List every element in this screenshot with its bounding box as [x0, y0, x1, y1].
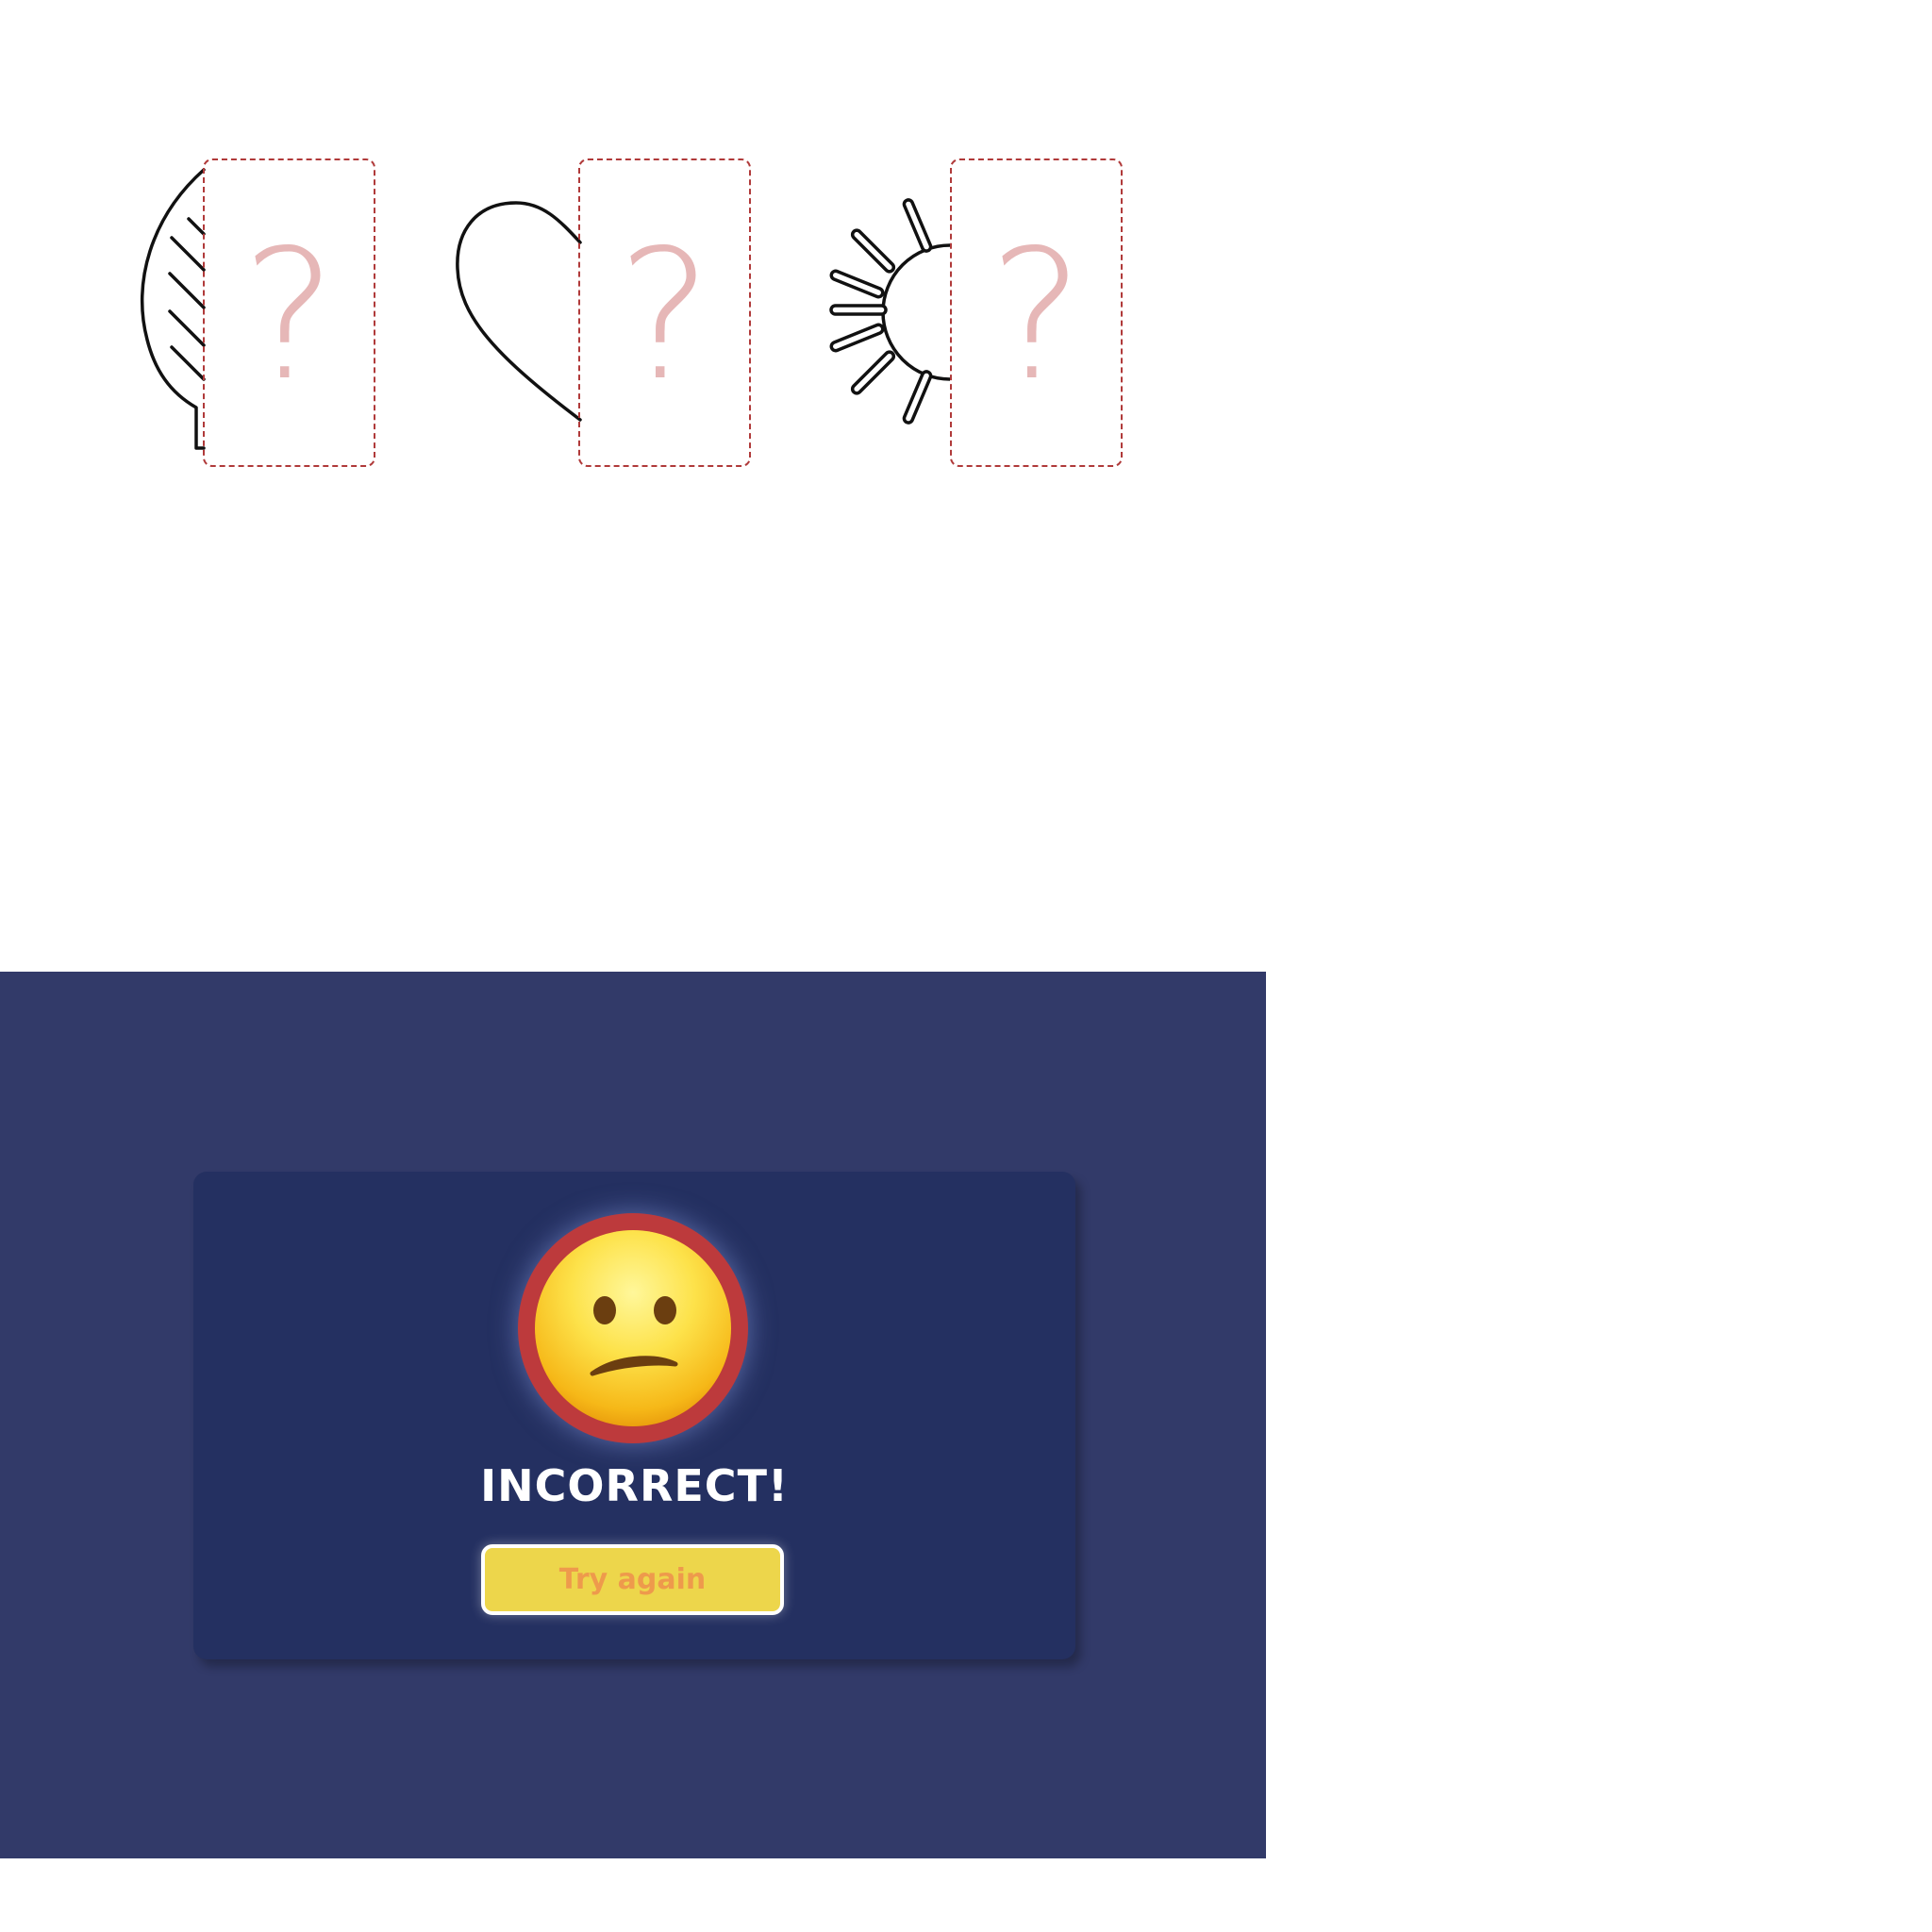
result-overlay: INCORRECT! Try again: [0, 972, 1266, 1858]
result-dialog: INCORRECT! Try again: [193, 1172, 1075, 1659]
question-mark: ?: [989, 210, 1084, 420]
answer-slot-1[interactable]: ?: [203, 158, 375, 467]
result-title: INCORRECT!: [480, 1460, 789, 1511]
try-again-button[interactable]: Try again: [481, 1544, 784, 1615]
question-mark: ?: [242, 210, 337, 420]
answer-slot-2[interactable]: ?: [578, 158, 751, 467]
heart-half-icon: [456, 201, 582, 422]
sun-half-icon: [829, 198, 951, 425]
emoji-badge: [518, 1213, 748, 1443]
answer-slot-3[interactable]: ?: [950, 158, 1123, 467]
symmetry-puzzle: ? ? ?: [0, 0, 1264, 528]
question-mark: ?: [617, 210, 712, 420]
confused-face-icon: [535, 1230, 731, 1426]
